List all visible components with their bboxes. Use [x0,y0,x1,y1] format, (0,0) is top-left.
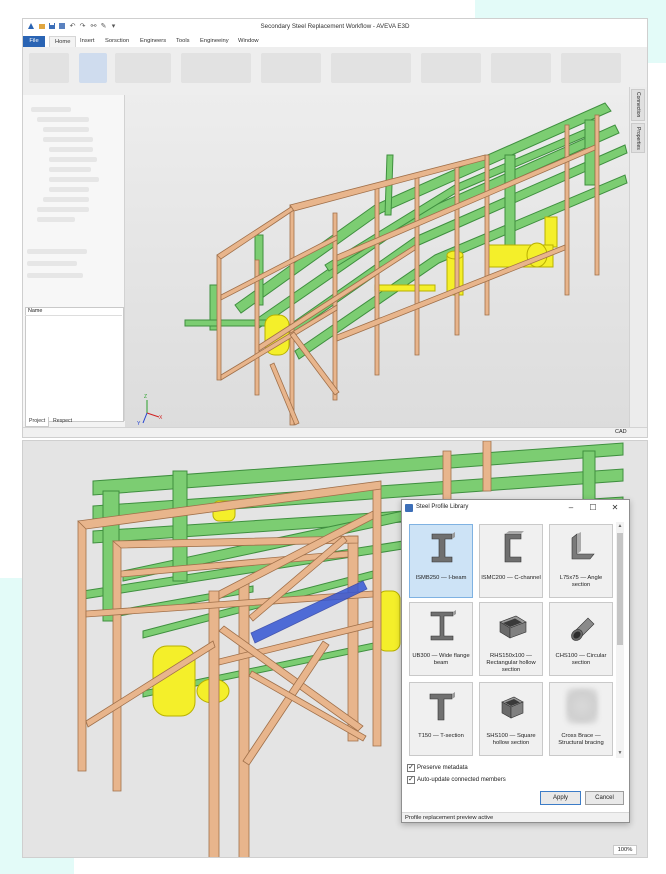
tree-item[interactable] [43,197,89,202]
angle-section-icon [571,532,595,560]
status-bar-top [23,427,647,437]
zoom-level[interactable]: 100% [613,845,637,855]
i-beam-icon [431,532,455,563]
scroll-up-arrow-icon[interactable]: ▲ [616,523,624,529]
plant-model-overview[interactable]: Z X Y [125,95,629,435]
tree-item[interactable] [27,273,83,278]
ribbon-group-view[interactable] [261,53,321,83]
dialog-status-bar: Profile replacement preview active [402,812,629,822]
tree-item[interactable] [49,157,97,162]
tab-project[interactable]: Project [25,417,50,427]
side-tab-properties[interactable]: Properties [631,123,645,153]
profile-card-ub300[interactable]: UB300 — Wide flange beam [409,602,473,676]
profile-label: RHS150x100 — Rectangular hollow section [486,653,536,673]
app-window-top: ↶ ↷ ⚯ ✎ ▾ Secondary Steel Replacement Wo… [22,18,648,438]
profile-card-ismb250[interactable]: ISMB250 — I-beam [409,524,473,598]
profile-label: T150 — T-section [418,733,464,739]
name-panel [25,307,124,422]
tree-item[interactable] [43,127,89,132]
tab-engineeiny[interactable]: Engineeiny [195,36,234,47]
profile-label: CHS100 — Circular section [555,653,607,666]
profile-card-shs100[interactable]: SHS100 — Square hollow section [479,682,543,756]
t-section-icon [429,692,455,721]
tab-respect[interactable]: Respect [50,417,75,426]
tab-window[interactable]: Window [233,36,264,47]
tab-home[interactable]: Home [49,36,77,47]
ribbon-group-create[interactable] [115,53,171,83]
tree-item[interactable] [27,261,77,266]
ribbon-group-tools[interactable] [331,53,411,83]
tree-item[interactable] [49,147,93,152]
3d-viewport-top[interactable]: Z X Y [125,95,629,435]
square-hollow-icon [501,696,524,719]
window-title: Secondary Steel Replacement Workflow - A… [260,23,410,30]
ribbon-group-help[interactable] [561,53,621,83]
cross-brace-icon [566,688,598,724]
steel-profile-library-dialog: Steel Profile Library – ☐ ✕ ISMB250 — I-… [401,499,630,823]
rectangular-hollow-icon [499,615,527,639]
scroll-down-arrow-icon[interactable]: ▼ [616,750,624,756]
close-icon[interactable]: ✕ [606,502,624,514]
tree-item[interactable] [49,187,89,192]
preserve-metadata-label: Preserve metadata [417,765,468,771]
profile-card-l75x75[interactable]: L75x75 — Angle section [549,524,613,598]
profile-card-t150[interactable]: T150 — T-section [409,682,473,756]
ribbon-button-selected[interactable] [79,53,107,83]
side-tab-connection[interactable]: Connection [631,89,645,121]
profile-card-chs100[interactable]: CHS100 — Circular section [549,602,613,676]
apply-button[interactable]: Apply [540,791,581,805]
tree-item[interactable] [37,207,89,212]
profile-label: ISMC200 — C-channel [481,575,541,581]
profile-label: Cross Brace — Structural bracing [558,733,604,746]
name-column-header: Name [25,307,122,316]
dialog-app-icon [405,504,413,512]
auto-update-checkbox[interactable]: ✓ [407,776,415,784]
tab-file[interactable]: File [23,36,45,47]
cancel-button[interactable]: Cancel [585,791,624,805]
tree-item[interactable] [31,107,71,112]
maximize-icon[interactable]: ☐ [584,502,602,514]
minimize-icon[interactable]: – [562,502,580,514]
ribbon-group-modify[interactable] [181,53,251,83]
ribbon-group-output[interactable] [491,53,551,83]
profile-card-ismc200[interactable]: ISMC200 — C-channel [479,524,543,598]
tree-item[interactable] [27,249,87,254]
profile-label: SHS100 — Square hollow section [486,733,536,746]
tab-tools[interactable]: Tools [171,36,195,47]
profile-grid: ISMB250 — I-beam ISMC200 — C-channel L75… [408,522,617,758]
svg-text:Z: Z [144,394,147,400]
wide-flange-icon [430,610,456,641]
dialog-title: Steel Profile Library [416,504,469,510]
tree-item[interactable] [37,217,75,222]
tree-item[interactable] [37,117,89,122]
profile-label: L75x75 — Angle section [559,575,603,588]
tab-insert[interactable]: Insert [75,36,100,47]
ribbon-group-clipboard[interactable] [29,53,69,83]
c-channel-icon [504,531,524,563]
profile-card-cross-brace[interactable]: Cross Brace — Structural bracing [549,682,613,756]
auto-update-label: Auto-update connected members [417,777,506,783]
profile-label: ISMB250 — I-beam [415,575,467,581]
tab-sorsction[interactable]: Sorsction [100,36,134,47]
tab-engineers[interactable]: Engineers [135,36,171,47]
tree-item[interactable] [49,177,99,182]
profile-label: UB300 — Wide flange beam [412,653,470,666]
circular-hollow-icon [571,617,595,641]
tree-item[interactable] [49,167,91,172]
cad-mode-indicator[interactable]: CAD [615,428,627,437]
ribbon-group-draw[interactable] [421,53,481,83]
tree-item[interactable] [43,137,93,142]
scrollbar-thumb[interactable] [617,533,623,645]
preserve-metadata-checkbox[interactable]: ✓ [407,764,415,772]
profile-card-rhs150x100[interactable]: RHS150x100 — Rectangular hollow section [479,602,543,676]
